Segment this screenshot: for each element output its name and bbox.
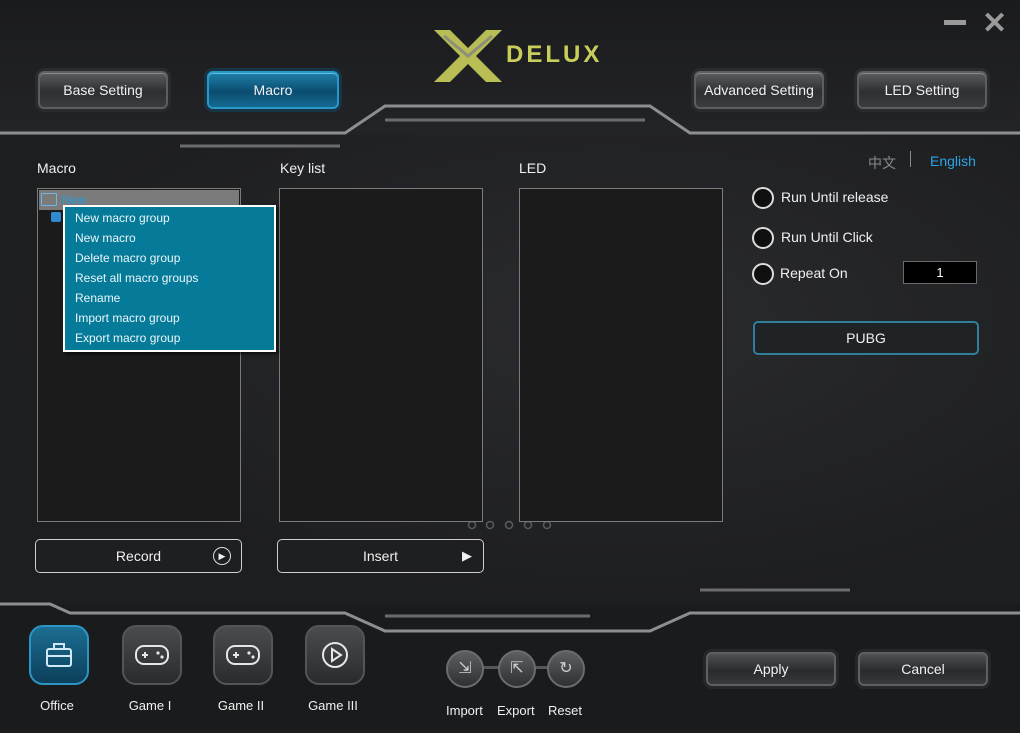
gamepad-icon	[135, 645, 169, 665]
reset-label: Reset	[548, 703, 582, 718]
profile-game-3-label: Game III	[308, 698, 358, 713]
profile-office-button[interactable]	[29, 625, 89, 685]
run-until-click-radio[interactable]	[752, 227, 774, 249]
export-icon[interactable]: ⇱	[498, 650, 536, 688]
insert-button[interactable]: Insert ▶	[277, 539, 484, 573]
profile-game-2-label: Game II	[217, 698, 265, 713]
led-panel-title: LED	[519, 160, 547, 176]
record-button-label: Record	[115, 548, 162, 564]
import-icon[interactable]: ⇲	[446, 650, 484, 688]
apply-button[interactable]: Apply	[706, 652, 836, 686]
run-until-release-radio[interactable]	[752, 187, 774, 209]
profile-office-label: Office	[40, 698, 74, 713]
led-panel[interactable]	[519, 188, 723, 522]
language-chinese[interactable]: 中文	[868, 153, 896, 173]
context-menu: New macro group New macro Delete macro g…	[63, 205, 276, 352]
menu-item-delete-macro-group[interactable]: Delete macro group	[75, 251, 180, 265]
minimize-icon[interactable]	[944, 20, 966, 25]
profile-game-1-button[interactable]	[122, 625, 182, 685]
profile-game-2-button[interactable]	[213, 625, 273, 685]
folder-icon	[41, 193, 57, 206]
profile-game-1-label: Game I	[128, 698, 172, 713]
import-label: Import	[446, 703, 483, 718]
insert-button-label: Insert	[362, 548, 398, 564]
key-list-panel[interactable]	[279, 188, 483, 522]
profile-name-field[interactable]: PUBG	[753, 321, 979, 355]
menu-item-reset-all-macro-groups[interactable]: Reset all macro groups	[75, 271, 198, 285]
menu-item-export-macro-group[interactable]: Export macro group	[75, 331, 180, 345]
export-label: Export	[497, 703, 535, 718]
menu-item-import-macro-group[interactable]: Import macro group	[75, 311, 180, 325]
record-button[interactable]: Record ▶	[35, 539, 242, 573]
tab-advanced-setting[interactable]: Advanced Setting	[694, 71, 824, 109]
play-circle-icon: ▶	[213, 547, 231, 565]
delux-logo-icon	[434, 30, 502, 82]
gamepad-icon	[226, 645, 260, 665]
cancel-button[interactable]: Cancel	[858, 652, 988, 686]
run-until-release-label: Run Until release	[781, 189, 889, 205]
tab-base-setting[interactable]: Base Setting	[38, 71, 168, 109]
brand-logo-text: DELUX	[506, 41, 603, 68]
menu-item-new-macro[interactable]: New macro	[75, 231, 136, 245]
repeat-on-radio[interactable]	[752, 263, 774, 285]
repeat-on-label: Repeat On	[780, 265, 848, 281]
play-circle-icon	[322, 642, 348, 668]
tab-led-setting[interactable]: LED Setting	[857, 71, 987, 109]
close-icon[interactable]: ✕	[982, 6, 1007, 41]
menu-item-new-macro-group[interactable]: New macro group	[75, 211, 170, 225]
macro-panel-title: Macro	[37, 160, 76, 176]
language-english[interactable]: English	[930, 153, 976, 169]
key-list-panel-title: Key list	[280, 160, 326, 176]
profile-game-3-button[interactable]	[305, 625, 365, 685]
macro-item-icon	[51, 212, 61, 222]
repeat-count-input[interactable]: 1	[903, 261, 977, 284]
toolbox-icon	[46, 643, 72, 667]
tab-macro[interactable]: Macro	[207, 71, 339, 109]
reset-icon[interactable]: ↻	[547, 650, 585, 688]
run-until-click-label: Run Until Click	[781, 229, 873, 245]
language-separator	[910, 151, 911, 167]
play-icon: ▶	[462, 548, 472, 563]
menu-item-rename[interactable]: Rename	[75, 291, 120, 305]
